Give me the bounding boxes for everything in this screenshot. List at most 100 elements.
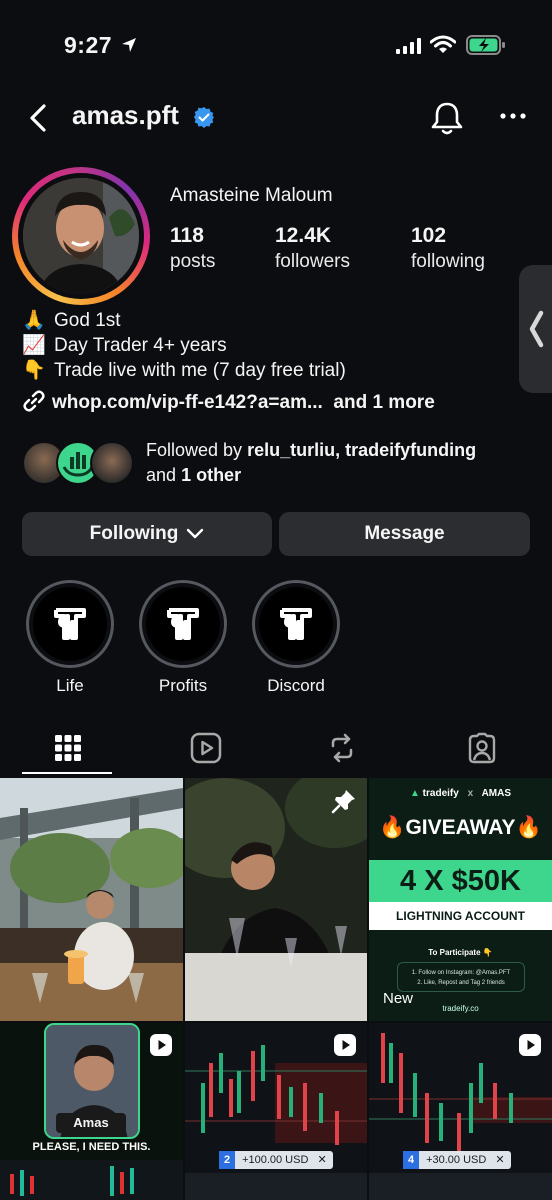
side-panel-handle[interactable] — [519, 265, 552, 393]
post-thumbnail[interactable] — [185, 778, 367, 1021]
followed-other: 1 other — [181, 465, 242, 485]
stat-posts[interactable]: 118 posts — [170, 224, 215, 273]
partner-text: AMAS — [481, 788, 512, 799]
highlight-cover — [33, 587, 107, 661]
highlight-label: Life — [56, 676, 84, 695]
avatar[interactable] — [23, 178, 139, 294]
participate-text: To Participate — [428, 948, 481, 957]
reel-icon — [519, 1034, 541, 1056]
tab-tagged[interactable] — [452, 722, 512, 774]
highlight-cover — [259, 587, 333, 661]
highlight-label: Discord — [267, 676, 325, 695]
stat-followers[interactable]: 12.4K followers — [275, 224, 350, 273]
message-label: Message — [364, 523, 445, 544]
giveaway-brands: ▲ tradeify x AMAS — [369, 788, 552, 799]
followed-names: relu_turliu, tradeifyfunding — [247, 440, 477, 460]
display-name: Amasteine Maloum — [170, 185, 333, 206]
following-label: Following — [89, 523, 179, 544]
post-thumbnail[interactable] — [0, 778, 183, 1021]
highlight-life[interactable]: Life — [25, 580, 115, 696]
message-button[interactable]: Message — [279, 512, 530, 556]
story-ring[interactable] — [12, 167, 150, 305]
reel-thumbnail[interactable]: Amas PLEASE, I NEED THIS. — [0, 1023, 183, 1200]
back-chevron-icon[interactable] — [26, 100, 54, 136]
tab-grid[interactable] — [38, 722, 98, 774]
reel-name-tag: Amas — [56, 1113, 126, 1133]
fire-icon: 🔥 — [379, 816, 406, 839]
chevron-down-icon — [187, 528, 204, 539]
followed-by[interactable]: Followed by relu_turliu, tradeifyfunding… — [22, 438, 542, 494]
highlight-label: Profits — [158, 676, 208, 695]
chevron-left-icon — [529, 310, 544, 348]
location-arrow-icon — [122, 38, 136, 52]
wifi-icon — [430, 35, 456, 53]
bio-line: 👇 Trade live with me (7 day free trial) — [22, 358, 346, 383]
badge-text: +100.00 USD — [242, 1154, 309, 1166]
link-url: whop.com/vip-ff-e142?a=am... — [52, 392, 323, 413]
followed-by-text: Followed by relu_turliu, tradeifyfunding… — [146, 438, 546, 488]
cellular-signal-icon — [396, 38, 421, 54]
badge-number: 4 — [403, 1151, 419, 1169]
tradeify-logo-icon: ▲ — [409, 788, 420, 799]
reel-thumbnail[interactable]: 4 +30.00 USD ✕ — [369, 1023, 552, 1200]
more-options-icon[interactable] — [500, 112, 526, 120]
brand-x: x — [467, 788, 474, 799]
follower-avatar — [90, 441, 134, 485]
giveaway-account: LIGHTNING ACCOUNT — [369, 902, 552, 930]
status-bar: 9:27 — [0, 0, 552, 90]
point-down-icon: 👇 — [482, 948, 493, 957]
bio-line: 🙏 God 1st — [22, 308, 121, 333]
highlight-ring — [252, 580, 340, 668]
profit-badge: 4 +30.00 USD ✕ — [403, 1151, 511, 1169]
highlight-ring — [26, 580, 114, 668]
link-icon — [23, 390, 45, 412]
followed-prefix: Followed by — [146, 440, 243, 460]
tab-reposts[interactable] — [312, 722, 372, 774]
step-text: 2. Like, Repost and Tag 2 friends — [417, 980, 505, 986]
giveaway-post[interactable]: ▲ tradeify x AMAS 🔥GIVEAWAY🔥 4 X $50K LI… — [369, 778, 552, 1021]
badge-text: +30.00 USD — [426, 1154, 487, 1166]
highlight-cover — [146, 587, 220, 661]
reel-caption: PLEASE, I NEED THIS. — [32, 1141, 151, 1153]
bio-link[interactable]: whop.com/vip-ff-e142?a=am... and 1 more — [22, 389, 435, 414]
close-icon: ✕ — [495, 1154, 505, 1166]
tagged-person-icon — [468, 732, 496, 764]
highlight-discord[interactable]: Discord — [251, 580, 341, 696]
followed-and: and — [146, 465, 177, 485]
link-more[interactable]: and 1 more — [333, 392, 434, 413]
tab-reels[interactable] — [176, 722, 236, 774]
highlight-profits[interactable]: Profits — [138, 580, 228, 696]
pray-icon: 🙏 — [22, 310, 46, 331]
avatar-portrait-icon — [23, 178, 139, 294]
bell-icon[interactable] — [430, 100, 464, 136]
close-icon: ✕ — [317, 1154, 327, 1166]
stat-label: following — [411, 251, 485, 272]
step-text: 1. Follow on Instagram: @Amas.PFT — [411, 970, 511, 976]
bio-text: God 1st — [54, 310, 121, 331]
pf-logo-icon — [54, 608, 86, 640]
participate-title: To Participate 👇 — [369, 948, 552, 957]
pf-logo-icon — [280, 608, 312, 640]
giveaway-site: tradeify.co — [442, 1004, 479, 1013]
giveaway-headline: 🔥GIVEAWAY🔥 — [369, 816, 552, 840]
stat-value: 102 — [411, 224, 447, 247]
stat-following[interactable]: 102 following — [411, 224, 485, 273]
bio-line: 📈 Day Trader 4+ years — [22, 333, 227, 358]
restaurant-photo-icon — [0, 778, 183, 1021]
brand-text: tradeify — [422, 788, 459, 799]
profit-badge: 2 +100.00 USD ✕ — [219, 1151, 333, 1169]
reel-thumbnail[interactable]: 2 +100.00 USD ✕ — [185, 1023, 367, 1200]
grid-icon — [55, 735, 81, 761]
reel-icon — [334, 1034, 356, 1056]
bio-text: Trade live with me (7 day free trial) — [54, 360, 346, 381]
highlight-ring — [139, 580, 227, 668]
reel-chart-icon — [0, 1160, 183, 1200]
battery-charging-icon — [466, 35, 505, 55]
dinner-photo-icon — [185, 778, 367, 1021]
header-username: amas.pft — [72, 100, 179, 130]
following-button[interactable]: Following — [22, 512, 272, 556]
profile-header: amas.pft — [0, 96, 552, 140]
active-tab-indicator — [22, 772, 112, 774]
reels-play-icon — [190, 732, 222, 764]
badge-number: 2 — [219, 1151, 235, 1169]
